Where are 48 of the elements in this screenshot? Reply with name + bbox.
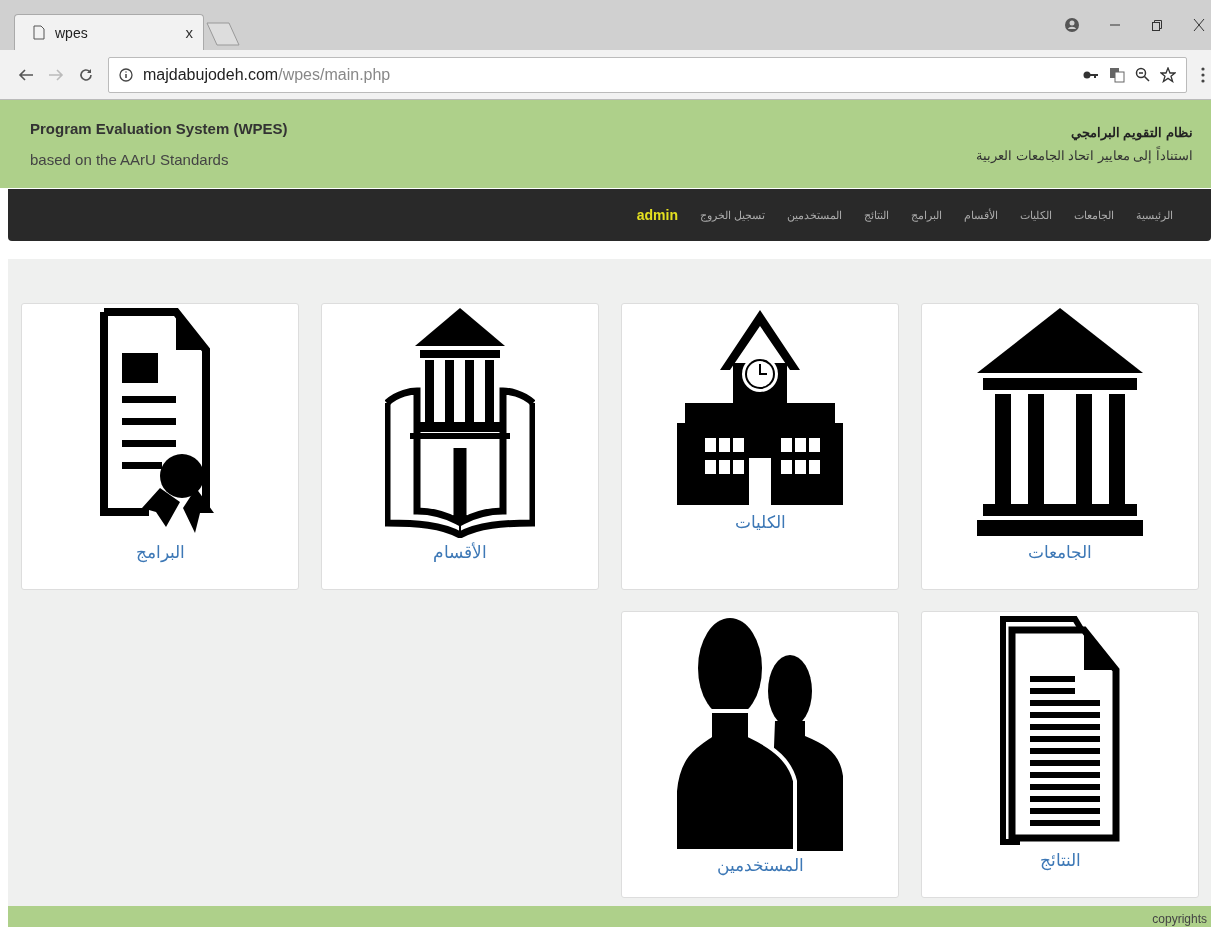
page-icon bbox=[33, 25, 45, 40]
nav-link[interactable]: النتائج bbox=[864, 208, 889, 222]
users-silhouette-icon bbox=[675, 616, 845, 851]
copyright-text: copyrights bbox=[1152, 912, 1207, 927]
card-label[interactable]: البرامج bbox=[135, 542, 185, 563]
nav-link[interactable]: تسجيل الخروج bbox=[699, 208, 765, 222]
close-tab-button[interactable]: x bbox=[185, 24, 193, 41]
site-title-arabic: نظام التقويم البرامجي bbox=[1069, 125, 1193, 140]
menu-card[interactable]: الجامعات bbox=[921, 303, 1199, 590]
tab-title: wpes bbox=[55, 24, 89, 41]
menu-card[interactable]: الكليات bbox=[621, 303, 899, 590]
restore-icon[interactable] bbox=[1151, 19, 1163, 31]
card-label[interactable]: المستخدمين bbox=[716, 855, 804, 876]
key-icon[interactable] bbox=[1083, 69, 1099, 80]
building-columns-icon bbox=[975, 308, 1145, 538]
card-label[interactable]: الأقسام bbox=[433, 542, 487, 563]
documents-icon bbox=[1000, 616, 1120, 846]
menu-icon[interactable] bbox=[1201, 66, 1205, 83]
reload-icon[interactable] bbox=[78, 66, 94, 83]
translate-icon[interactable] bbox=[1109, 66, 1125, 83]
nav-link[interactable]: الأقسام bbox=[964, 208, 998, 222]
nav-link[interactable]: الرئيسية bbox=[1136, 208, 1173, 222]
card-label[interactable]: الجامعات bbox=[1028, 542, 1092, 563]
nav-link[interactable]: البرامج bbox=[911, 208, 942, 222]
star-icon[interactable] bbox=[1160, 66, 1176, 83]
back-icon[interactable] bbox=[18, 67, 34, 82]
profile-icon[interactable] bbox=[1065, 18, 1079, 32]
card-label[interactable]: النتائج bbox=[1039, 850, 1081, 871]
nav-link[interactable]: الجامعات bbox=[1074, 208, 1114, 222]
site-subtitle: based on the AArU Standards bbox=[30, 151, 230, 168]
info-icon bbox=[119, 67, 133, 82]
menu-card[interactable]: النتائج bbox=[921, 611, 1199, 898]
site-title: Program Evaluation System (WPES) bbox=[30, 120, 288, 137]
browser-tab[interactable]: wpes x bbox=[14, 14, 204, 50]
menu-card[interactable]: المستخدمين bbox=[621, 611, 899, 898]
close-icon[interactable] bbox=[1193, 18, 1205, 32]
school-building-icon bbox=[675, 308, 845, 508]
book-building-icon bbox=[385, 308, 535, 538]
url-text: majdabujodeh.com/wpes/main.php bbox=[143, 65, 391, 84]
address-bar[interactable]: majdabujodeh.com/wpes/main.php bbox=[108, 56, 1187, 93]
card-label[interactable]: الكليات bbox=[734, 512, 786, 533]
site-subtitle-arabic: استناداً إلى معايير اتحاد الجامعات العربية bbox=[975, 148, 1193, 163]
menu-card[interactable]: الأقسام bbox=[321, 303, 599, 590]
nav-link[interactable]: الكليات bbox=[1020, 208, 1052, 222]
menu-card[interactable]: البرامج bbox=[21, 303, 299, 590]
user-link[interactable]: admin bbox=[636, 207, 678, 223]
nav-link[interactable]: المستخدمين bbox=[787, 208, 842, 222]
zoom-icon[interactable] bbox=[1135, 67, 1150, 82]
